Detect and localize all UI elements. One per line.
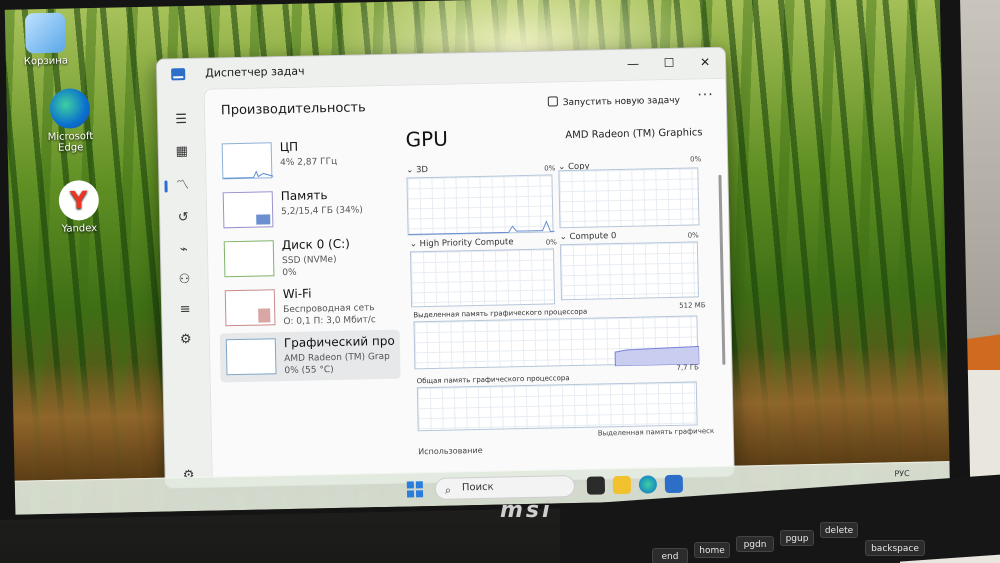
menu-icon[interactable]: ☰	[170, 109, 192, 131]
processes-icon[interactable]: ▦	[171, 141, 193, 163]
maximize-button[interactable]: ☐	[657, 53, 681, 73]
recycle-bin-icon	[24, 12, 66, 54]
memory-fill	[256, 214, 271, 225]
list-item-gpu[interactable]: Графический про AMD Radeon (TM) Grap 0% …	[219, 329, 401, 383]
pgup-key: pgup	[780, 530, 814, 546]
desktop-icon-edge[interactable]: Microsoft Edge	[34, 88, 105, 154]
file-manager-icon[interactable]	[586, 476, 606, 495]
desktop-icon-label: Microsoft Edge	[47, 131, 94, 154]
engine-hpc-percent: 0%	[545, 238, 557, 247]
list-item-detail-2: 0% (55 °C)	[284, 365, 334, 377]
app-history-icon[interactable]: ↺	[172, 207, 194, 229]
engine-compute0-percent: 0%	[687, 231, 699, 240]
end-key: end	[652, 548, 688, 563]
start-button[interactable]	[406, 481, 424, 498]
task-manager-icon	[171, 68, 186, 81]
list-item-memory[interactable]: Память 5,2/15,4 ГБ (34%)	[217, 183, 398, 236]
task-manager-icon[interactable]	[664, 474, 684, 494]
list-item-detail: AMD Radeon (TM) Grap	[284, 351, 390, 365]
wifi-sparkline	[224, 289, 276, 327]
navigation-rail: ☰ ▦ 〽 ↺ ⌁ ⚇ ≡ ⚙ ⚙	[157, 88, 212, 488]
yandex-browser-icon: Y	[58, 179, 100, 221]
details-icon[interactable]: ≡	[174, 299, 196, 321]
startup-icon[interactable]: ⌁	[173, 239, 195, 261]
edge-icon[interactable]	[638, 475, 658, 494]
engine-compute0-label[interactable]: ⌄ Compute 0	[560, 231, 617, 242]
engine-3d-percent: 0%	[544, 164, 556, 173]
gpu-sparkline	[225, 338, 277, 376]
shared-memory-footer: Выделенная память графическ	[597, 427, 715, 438]
list-item-detail-2: 0%	[282, 267, 297, 279]
list-item-detail: SSD (NVMe)	[282, 254, 337, 267]
engine-hpc-text: High Priority Compute	[419, 237, 514, 250]
engine-copy-percent: 0%	[690, 155, 702, 164]
list-item-detail: 5,2/15,4 ГБ (34%)	[281, 205, 363, 218]
usage-label: Использование	[418, 445, 483, 457]
list-item-name: Диск 0 (C:)	[281, 236, 351, 253]
dedicated-memory-graph	[413, 315, 700, 370]
list-item-wifi[interactable]: Wi-Fi Беспроводная сеть О: 0,1 П: 3,0 Мб…	[219, 281, 400, 334]
run-new-task-button[interactable]: Запустить новую задачу	[542, 90, 686, 113]
engine-hpc-label[interactable]: ⌄ High Priority Compute	[410, 237, 514, 249]
engine-copy-graph	[558, 167, 700, 229]
engine-3d-text: 3D	[415, 165, 429, 176]
users-icon[interactable]: ⚇	[173, 269, 195, 291]
list-item-name: Графический про	[283, 333, 395, 351]
list-item-name: Wi-Fi	[282, 286, 312, 302]
engine-3d-graph	[406, 174, 555, 236]
photo-scene: Корзина Microsoft Edge Y Yandex Диспетче…	[0, 0, 1000, 563]
desktop-icon-label: Yandex	[61, 222, 98, 235]
engine-hpc-graph	[409, 248, 556, 308]
gpu-adapter-name: AMD Radeon (TM) Graphics	[565, 127, 703, 142]
minimize-button[interactable]: —	[621, 53, 645, 73]
system-tray-language[interactable]: РУС	[894, 469, 909, 478]
backspace-key: backspace	[865, 540, 925, 556]
more-options-button[interactable]: ···	[697, 87, 714, 103]
engine-compute0-graph	[559, 241, 699, 301]
engine-3d-label[interactable]: ⌄ 3D	[406, 165, 428, 175]
scrollbar[interactable]	[718, 174, 726, 365]
laptop-screen: Корзина Microsoft Edge Y Yandex Диспетче…	[4, 0, 951, 515]
wifi-fill	[258, 308, 271, 323]
resource-list: ЦП 4% 2,87 ГГц Память 5,2/15,4 ГБ (34%) …	[216, 134, 401, 383]
list-item-disk[interactable]: Диск 0 (C:) SSD (NVMe) 0%	[218, 232, 399, 285]
performance-icon[interactable]: 〽	[171, 175, 193, 197]
edge-icon	[49, 88, 91, 129]
shared-memory-graph	[416, 381, 698, 432]
performance-panel: Производительность Запустить новую задач…	[203, 77, 734, 487]
dedicated-memory-value: 7,7 ГБ	[676, 363, 699, 372]
services-icon[interactable]: ⚙	[175, 329, 197, 351]
cpu-sparkline	[221, 142, 274, 180]
window-title: Диспетчер задач	[205, 64, 305, 80]
list-item-name: ЦП	[279, 139, 299, 155]
page-title: Производительность	[220, 100, 366, 119]
pgdn-key: pgdn	[736, 536, 774, 552]
dedicated-memory-max: 512 МБ	[679, 301, 706, 310]
desktop-icon-yandex[interactable]: Y Yandex	[43, 179, 114, 235]
desktop-icon-recycle-bin[interactable]: Корзина	[10, 12, 81, 67]
delete-key: delete	[820, 522, 858, 538]
close-button[interactable]: ✕	[693, 52, 717, 72]
list-item-detail-2: О: 0,1 П: 3,0 Мбит/с	[283, 315, 376, 328]
run-new-task-label: Запустить новую задачу	[562, 95, 680, 109]
task-manager-window[interactable]: Диспетчер задач — ☐ ✕ ☰ ▦ 〽 ↺ ⌁ ⚇ ≡ ⚙ ⚙ …	[155, 46, 735, 489]
home-key: home	[694, 542, 730, 558]
memory-sparkline	[222, 191, 274, 229]
search-icon: ⌕	[444, 483, 452, 497]
list-item-cpu[interactable]: ЦП 4% 2,87 ГГц	[216, 134, 397, 187]
list-item-detail: 4% 2,87 ГГц	[279, 156, 338, 169]
run-task-icon	[547, 96, 558, 107]
list-item-detail: Беспроводная сеть	[283, 303, 375, 316]
list-item-name: Память	[280, 188, 328, 204]
explorer-icon[interactable]	[612, 475, 632, 495]
search-placeholder: Поиск	[461, 481, 494, 494]
disk-sparkline	[223, 240, 275, 278]
gpu-heading: GPU	[405, 126, 449, 152]
desktop-icon-label: Корзина	[23, 55, 69, 68]
taskbar-search[interactable]: ⌕ Поиск	[434, 475, 576, 500]
laptop-brand-logo: msi	[500, 498, 553, 523]
engine-compute0-text: Compute 0	[569, 231, 617, 243]
